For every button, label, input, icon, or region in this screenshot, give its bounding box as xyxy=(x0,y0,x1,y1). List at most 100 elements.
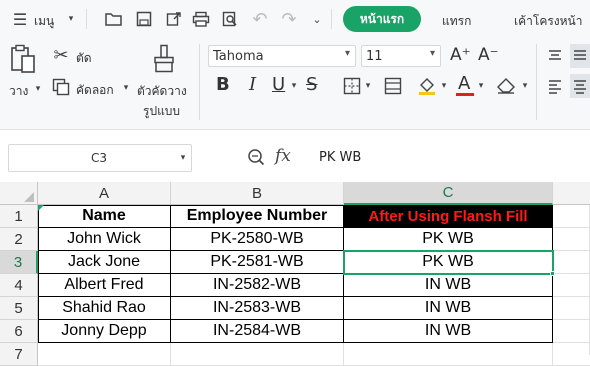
cell-b5[interactable]: IN-2583-WB xyxy=(171,297,344,320)
tab-insert[interactable]: แทรก xyxy=(442,12,471,31)
underline-button[interactable]: U xyxy=(272,74,285,95)
row-header-6[interactable]: 6 xyxy=(0,320,38,343)
row-header-2[interactable]: 2 xyxy=(0,228,38,251)
undo-icon[interactable]: ↶ xyxy=(249,8,271,30)
spreadsheet-grid: A B C 1 2 3 4 5 6 7 Name Employee Number… xyxy=(0,182,590,366)
align-top-icon[interactable] xyxy=(545,46,565,66)
font-color-letter: A xyxy=(458,73,471,94)
gridline xyxy=(553,342,590,343)
chevron-down-icon[interactable]: ▾ xyxy=(177,151,189,165)
cut-label[interactable]: ตัด xyxy=(76,49,92,68)
merge-cells-icon[interactable] xyxy=(382,76,404,96)
gridline xyxy=(553,250,590,251)
fill-color-chevron-icon[interactable]: ▾ xyxy=(439,80,449,92)
chevron-down-icon[interactable]: ▾ xyxy=(345,48,350,59)
cell-a3[interactable]: Jack Jone xyxy=(38,251,171,274)
hamburger-icon[interactable]: ☰ xyxy=(10,9,30,29)
underline-chevron-icon[interactable]: ▾ xyxy=(289,80,299,92)
zoom-search-icon[interactable] xyxy=(245,146,267,168)
font-name-combo[interactable]: Tahoma ▾ xyxy=(208,45,356,67)
align-left-icon[interactable] xyxy=(545,76,565,96)
column-header-b[interactable]: B xyxy=(171,182,344,205)
gridline xyxy=(553,273,590,274)
divider xyxy=(199,44,200,120)
gridline xyxy=(553,319,590,320)
cell-c4[interactable]: IN WB xyxy=(344,274,553,297)
column-header-c[interactable]: C xyxy=(344,182,553,205)
divider xyxy=(536,44,537,120)
paste-icon[interactable] xyxy=(8,42,38,76)
export-icon[interactable] xyxy=(163,8,185,30)
fill-color-icon[interactable] xyxy=(416,75,438,97)
cell-b4[interactable]: IN-2582-WB xyxy=(171,274,344,297)
row-header-5[interactable]: 5 xyxy=(0,297,38,320)
cell-c1[interactable]: After Using Flansh Fill xyxy=(344,205,553,228)
divider xyxy=(331,9,332,29)
cell-b3[interactable]: PK-2581-WB xyxy=(171,251,344,274)
fx-icon[interactable]: fx xyxy=(275,146,291,166)
cell-a2[interactable]: John Wick xyxy=(38,228,171,251)
fill-handle[interactable] xyxy=(550,271,555,276)
menu-label[interactable]: เมนู xyxy=(34,12,54,31)
gridline xyxy=(553,296,590,297)
formula-value: PK WB xyxy=(319,150,362,165)
cell-b1[interactable]: Employee Number xyxy=(171,205,344,228)
print-preview-icon[interactable] xyxy=(219,8,241,30)
scissors-icon[interactable]: ✂ xyxy=(50,44,72,66)
font-size-combo[interactable]: 11 ▾ xyxy=(361,45,441,67)
increase-font-size-button[interactable]: A⁺ xyxy=(450,45,471,65)
cell-c2[interactable]: PK WB xyxy=(344,228,553,251)
cell-a6[interactable]: Jonny Depp xyxy=(38,320,171,343)
strikethrough-button[interactable]: S xyxy=(306,74,317,95)
name-box[interactable]: C3 ▾ xyxy=(8,144,192,172)
copy-chevron-icon[interactable]: ▾ xyxy=(121,82,131,94)
cell-a1[interactable]: Name xyxy=(38,205,171,228)
more-chevron-icon[interactable]: ⌄ xyxy=(309,10,325,28)
row-header-4[interactable]: 4 xyxy=(0,274,38,297)
row-header-3[interactable]: 3 xyxy=(0,251,38,274)
format-painter-label-1[interactable]: ตัวคัดวาง xyxy=(137,82,187,101)
open-folder-icon[interactable] xyxy=(103,8,125,30)
cell-a5[interactable]: Shahid Rao xyxy=(38,297,171,320)
save-icon[interactable] xyxy=(133,8,155,30)
name-box-value: C3 xyxy=(90,151,107,165)
gridline xyxy=(553,227,590,228)
borders-chevron-icon[interactable]: ▾ xyxy=(363,80,373,92)
ribbon: วาง ▾ ✂ ตัด คัดลอก ▾ ตัวคัดวาง รูปแบบ Ta… xyxy=(0,38,590,130)
borders-icon[interactable] xyxy=(342,76,362,96)
bold-button[interactable]: B xyxy=(216,74,230,95)
print-icon[interactable] xyxy=(190,8,212,30)
copy-icon[interactable] xyxy=(50,76,72,98)
cell-b2[interactable]: PK-2580-WB xyxy=(171,228,344,251)
column-header-d[interactable] xyxy=(553,182,590,205)
font-name-value: Tahoma xyxy=(213,48,264,64)
formula-input[interactable]: PK WB xyxy=(306,144,590,172)
format-painter-icon[interactable] xyxy=(151,42,177,76)
menu-bar: ☰ เมนู ▾ ↶ ↷ ⌄ หน้าแรก แทรก เค้าโครงหน้า xyxy=(0,0,590,38)
cell-b6[interactable]: IN-2584-WB xyxy=(171,320,344,343)
align-center-icon[interactable] xyxy=(570,74,590,98)
paste-chevron-icon[interactable]: ▾ xyxy=(33,83,43,95)
decrease-font-size-button[interactable]: A⁻ xyxy=(478,45,499,65)
divider xyxy=(86,9,87,29)
font-color-chevron-icon[interactable]: ▾ xyxy=(476,80,486,92)
eraser-icon[interactable] xyxy=(494,75,518,97)
copy-label[interactable]: คัดลอก xyxy=(76,81,114,100)
cell-a4[interactable]: Albert Fred xyxy=(38,274,171,297)
column-header-a[interactable]: A xyxy=(38,182,171,205)
tab-home[interactable]: หน้าแรก xyxy=(343,6,421,32)
align-middle-icon[interactable] xyxy=(570,44,590,68)
eraser-chevron-icon[interactable]: ▾ xyxy=(520,80,530,92)
font-color-button[interactable]: A xyxy=(455,73,475,97)
paste-label[interactable]: วาง xyxy=(9,82,28,101)
select-all-corner[interactable] xyxy=(0,182,38,205)
chevron-down-icon[interactable]: ▾ xyxy=(430,48,435,59)
tab-page-layout[interactable]: เค้าโครงหน้า xyxy=(514,12,583,31)
chevron-down-icon[interactable]: ▾ xyxy=(66,12,76,26)
format-painter-label-2[interactable]: รูปแบบ xyxy=(143,102,180,121)
redo-icon[interactable]: ↷ xyxy=(278,8,300,30)
italic-button[interactable]: I xyxy=(249,74,256,95)
cell-c5[interactable]: IN WB xyxy=(344,297,553,320)
cell-c6[interactable]: IN WB xyxy=(344,320,553,343)
row-header-1[interactable]: 1 xyxy=(0,205,38,228)
